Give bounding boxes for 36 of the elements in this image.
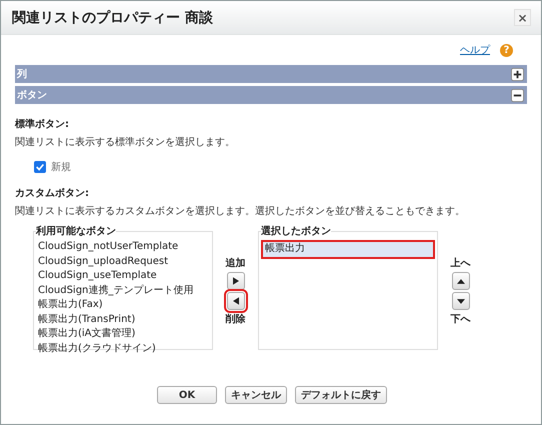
down-label: 下へ [450,313,470,326]
dialog-button[interactable]: OK [157,386,217,404]
list-label: 選択したボタン [261,226,331,237]
down-arrow-icon [456,298,464,304]
left-arrow-icon [232,297,238,305]
expand-icon[interactable] [511,68,524,80]
list-label: 利用可能なボタン [36,226,116,237]
help-link[interactable]: ヘルプ [460,43,490,57]
remove-label: 削除 [226,312,246,326]
move-up-button[interactable] [452,272,470,290]
checkbox-label: 新規 [51,160,71,174]
description-text: 関連リストに表示するカスタムボタンを選択します。選択したボタンを並び替えることもできます。 [15,204,466,218]
description-text: 関連リストに表示する標準ボタンを選択します。 [15,136,236,149]
up-arrow-icon [456,278,464,284]
right-arrow-icon [232,277,238,285]
list-item[interactable]: 帳票出力(クラウドサイン) [36,342,210,356]
list-item[interactable]: 帳票出力(iA文書管理) [36,327,210,342]
list-item[interactable]: 帳票出力 [261,240,435,258]
checkbox[interactable] [34,161,46,173]
dialog-button[interactable]: デフォルトに戻す [295,386,387,404]
list-item[interactable]: CloudSign_useTemplate [36,269,210,284]
move-down-button[interactable] [452,292,470,310]
list-item[interactable]: CloudSign_notUserTemplate [36,240,210,254]
dialog-button[interactable]: キャンセル [225,386,287,404]
list-item[interactable]: 帳票出力(TransPrint) [36,312,210,327]
list-item[interactable]: CloudSign_uploadRequest [36,254,210,269]
list-item[interactable]: CloudSign連携_テンプレート使用 [36,284,210,298]
window-title: 関連リストのプロパティー 商談 [12,8,213,26]
add-label: 追加 [226,256,246,270]
section-heading: カスタムボタン: [15,187,90,200]
collapse-icon[interactable] [511,88,524,102]
section-heading: 標準ボタン: [15,118,70,131]
list-item[interactable]: 帳票出力(Fax) [36,298,210,312]
up-label: 上へ [450,256,470,270]
add-button[interactable] [226,272,244,290]
close-button[interactable]: × [514,9,531,26]
